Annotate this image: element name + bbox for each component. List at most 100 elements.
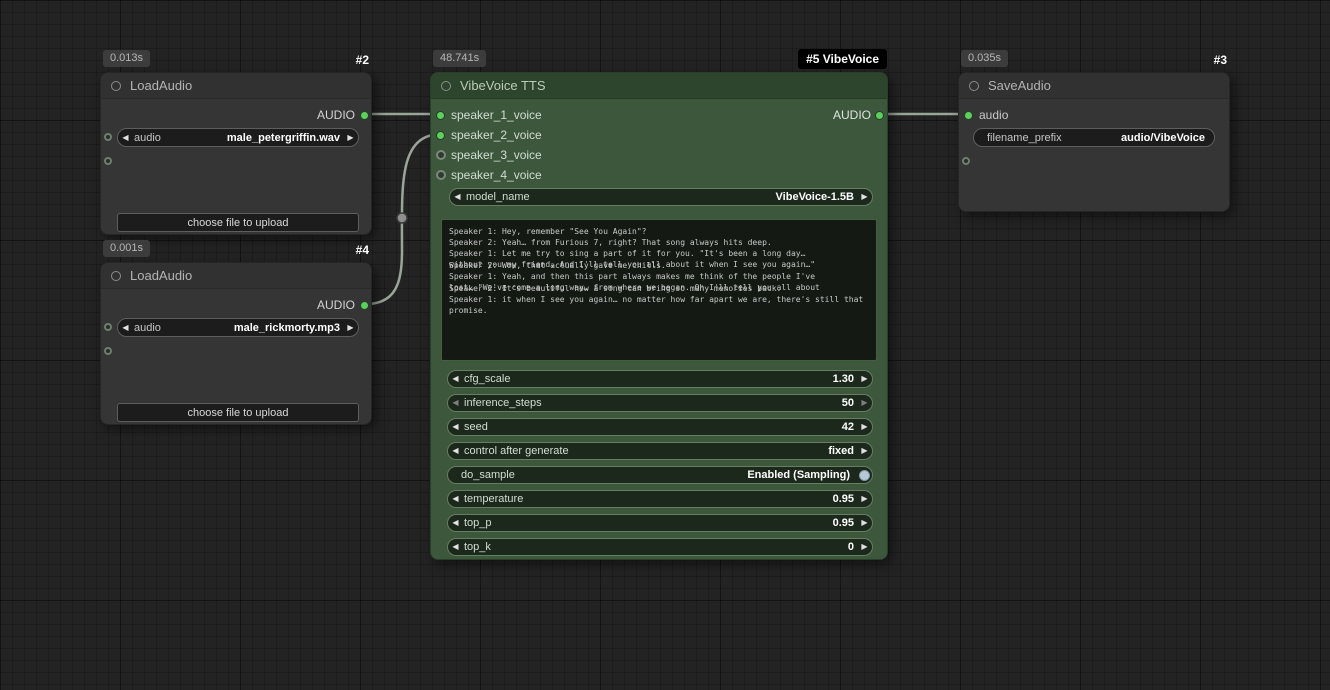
top-k-widget[interactable]: ◀ top_k 0 ▶ xyxy=(447,538,873,556)
widget-value: male_rickmorty.mp3 xyxy=(234,322,340,334)
increment-arrow[interactable]: ▶ xyxy=(857,375,872,383)
decrement-arrow[interactable]: ◀ xyxy=(448,495,463,503)
collapse-dot[interactable] xyxy=(111,271,121,281)
prev-value-arrow[interactable]: ◀ xyxy=(118,134,133,142)
do-sample-toggle[interactable]: do_sample Enabled (Sampling) xyxy=(447,466,873,484)
decrement-arrow[interactable]: ◀ xyxy=(448,543,463,551)
next-value-arrow[interactable]: ▶ xyxy=(343,134,358,142)
increment-arrow[interactable]: ▶ xyxy=(857,495,872,503)
node-header[interactable]: LoadAudio xyxy=(101,73,371,99)
collapse-dot[interactable] xyxy=(441,81,451,91)
widget-label: control after generate xyxy=(464,445,569,457)
node-title: LoadAudio xyxy=(130,78,192,93)
input-port[interactable] xyxy=(104,347,112,355)
increment-arrow[interactable]: ▶ xyxy=(857,447,872,455)
speaker-3-voice-port[interactable] xyxy=(436,150,446,160)
node-id-badge: #5 VibeVoice xyxy=(798,49,887,69)
text-line: Speaker 2: Yeah… from Furious 7, right? … xyxy=(449,237,869,248)
node-graph-canvas[interactable]: 0.013s #2 LoadAudio AUDIO ◀ audio male_p… xyxy=(0,0,1330,690)
script-text-area[interactable]: Speaker 1: Hey, remember "See You Again"… xyxy=(441,219,877,361)
choose-file-button[interactable]: choose file to upload xyxy=(117,403,359,422)
filename-prefix-input-port[interactable] xyxy=(962,157,970,165)
node-loadaudio-2[interactable]: 0.013s #2 LoadAudio AUDIO ◀ audio male_p… xyxy=(100,72,372,235)
widget-value: Enabled (Sampling) xyxy=(747,469,850,481)
node-header[interactable]: VibeVoice TTS xyxy=(431,73,887,99)
widget-value: fixed xyxy=(828,445,854,457)
decrement-arrow[interactable]: ◀ xyxy=(448,423,463,431)
node-id-badge: #3 xyxy=(1214,53,1227,67)
speaker-4-voice-port[interactable] xyxy=(436,170,446,180)
increment-arrow[interactable]: ▶ xyxy=(857,423,872,431)
toggle-knob[interactable] xyxy=(859,470,870,481)
node-header[interactable]: LoadAudio xyxy=(101,263,371,289)
decrement-arrow[interactable]: ◀ xyxy=(448,519,463,527)
speaker-2-voice-label: speaker_2_voice xyxy=(451,127,542,143)
prev-value-arrow[interactable]: ◀ xyxy=(118,324,133,332)
speaker-1-voice-label: speaker_1_voice xyxy=(451,107,542,123)
widget-value: VibeVoice-1.5B xyxy=(776,191,854,203)
timing-badge: 0.035s xyxy=(961,50,1008,67)
widget-label: temperature xyxy=(464,493,523,505)
timing-badge: 48.741s xyxy=(433,50,486,67)
audio-widget-input-port[interactable] xyxy=(104,133,112,141)
decrement-arrow[interactable]: ◀ xyxy=(448,447,463,455)
widget-value: audio/VibeVoice xyxy=(1121,132,1205,144)
audio-input-port[interactable] xyxy=(964,111,973,120)
widget-label: inference_steps xyxy=(464,397,542,409)
collapse-dot[interactable] xyxy=(969,81,979,91)
widget-label: cfg_scale xyxy=(464,373,510,385)
choose-file-button[interactable]: choose file to upload xyxy=(117,213,359,232)
widget-value: 50 xyxy=(842,397,854,409)
audio-output-label: AUDIO xyxy=(317,297,355,313)
collapse-dot[interactable] xyxy=(111,81,121,91)
speaker-2-voice-port[interactable] xyxy=(436,131,445,140)
text-line: Speaker 1: Let me try to sing a part of … xyxy=(449,248,869,259)
input-port[interactable] xyxy=(104,157,112,165)
node-vibevoice-tts[interactable]: 48.741s #5 VibeVoice VibeVoice TTS speak… xyxy=(430,72,888,560)
audio-widget-input-port[interactable] xyxy=(104,323,112,331)
node-id-badge: #2 xyxy=(356,53,369,67)
widget-label: do_sample xyxy=(461,469,515,481)
timing-badge: 0.001s xyxy=(103,240,150,257)
next-value-arrow[interactable]: ▶ xyxy=(857,193,872,201)
node-title: SaveAudio xyxy=(988,78,1051,93)
inference-steps-widget[interactable]: ◀ inference_steps 50 ▶ xyxy=(447,394,873,412)
text-line: Speaker 1: Yeah, and then this part alwa… xyxy=(449,271,869,282)
control-after-generate-widget[interactable]: ◀ control after generate fixed ▶ xyxy=(447,442,873,460)
node-saveaudio-3[interactable]: 0.035s #3 SaveAudio audio filename_prefi… xyxy=(958,72,1230,212)
decrement-arrow[interactable]: ◀ xyxy=(448,399,463,407)
seed-widget[interactable]: ◀ seed 42 ▶ xyxy=(447,418,873,436)
widget-label: model_name xyxy=(466,191,530,203)
speaker-1-voice-port[interactable] xyxy=(436,111,445,120)
audio-combo-widget[interactable]: ◀ audio male_petergriffin.wav ▶ xyxy=(117,128,359,147)
timing-badge: 0.013s xyxy=(103,50,150,67)
filename-prefix-widget[interactable]: filename_prefix audio/VibeVoice xyxy=(973,128,1215,147)
audio-input-label: audio xyxy=(979,107,1008,123)
reroute-dot[interactable] xyxy=(397,213,407,223)
top-p-widget[interactable]: ◀ top_p 0.95 ▶ xyxy=(447,514,873,532)
node-loadaudio-4[interactable]: 0.001s #4 LoadAudio AUDIO ◀ audio male_r… xyxy=(100,262,372,425)
widget-label: top_k xyxy=(464,541,491,553)
speaker-4-voice-label: speaker_4_voice xyxy=(451,167,542,183)
temperature-widget[interactable]: ◀ temperature 0.95 ▶ xyxy=(447,490,873,508)
increment-arrow[interactable]: ▶ xyxy=(857,399,872,407)
next-value-arrow[interactable]: ▶ xyxy=(343,324,358,332)
audio-output-port[interactable] xyxy=(360,111,369,120)
widget-value: 42 xyxy=(842,421,854,433)
widget-value: 0.95 xyxy=(833,493,854,505)
audio-output-port[interactable] xyxy=(360,301,369,310)
text-line: Speaker 1: Hey, remember "See You Again"… xyxy=(449,226,869,237)
increment-arrow[interactable]: ▶ xyxy=(857,519,872,527)
cfg-scale-widget[interactable]: ◀ cfg_scale 1.30 ▶ xyxy=(447,370,873,388)
audio-combo-widget[interactable]: ◀ audio male_rickmorty.mp3 ▶ xyxy=(117,318,359,337)
node-header[interactable]: SaveAudio xyxy=(959,73,1229,99)
increment-arrow[interactable]: ▶ xyxy=(857,543,872,551)
node-title: VibeVoice TTS xyxy=(460,78,546,93)
widget-label: audio xyxy=(134,132,161,144)
prev-value-arrow[interactable]: ◀ xyxy=(450,193,465,201)
model-name-widget[interactable]: ◀ model_name VibeVoice-1.5B ▶ xyxy=(449,188,873,206)
widget-value: male_petergriffin.wav xyxy=(227,132,340,144)
decrement-arrow[interactable]: ◀ xyxy=(448,375,463,383)
widget-label: audio xyxy=(134,322,161,334)
audio-output-port[interactable] xyxy=(875,111,884,120)
